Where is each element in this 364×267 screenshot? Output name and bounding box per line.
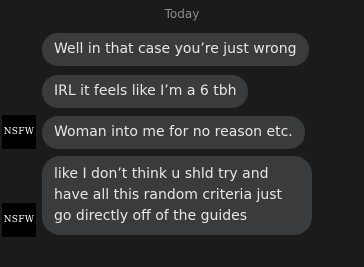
message-bubble[interactable]: IRL it feels like I’m a 6 tbh xyxy=(42,75,249,108)
message-bubble[interactable]: Woman into me for no reason etc. xyxy=(42,116,305,149)
sender-avatar[interactable]: NSFW xyxy=(2,115,36,149)
date-separator: Today xyxy=(164,7,200,21)
message-bubble[interactable]: Well in that case you’re just wrong xyxy=(42,33,309,66)
sender-avatar[interactable]: NSFW xyxy=(2,203,36,237)
message-bubble[interactable]: like I don’t think u shld try and have a… xyxy=(42,156,312,235)
